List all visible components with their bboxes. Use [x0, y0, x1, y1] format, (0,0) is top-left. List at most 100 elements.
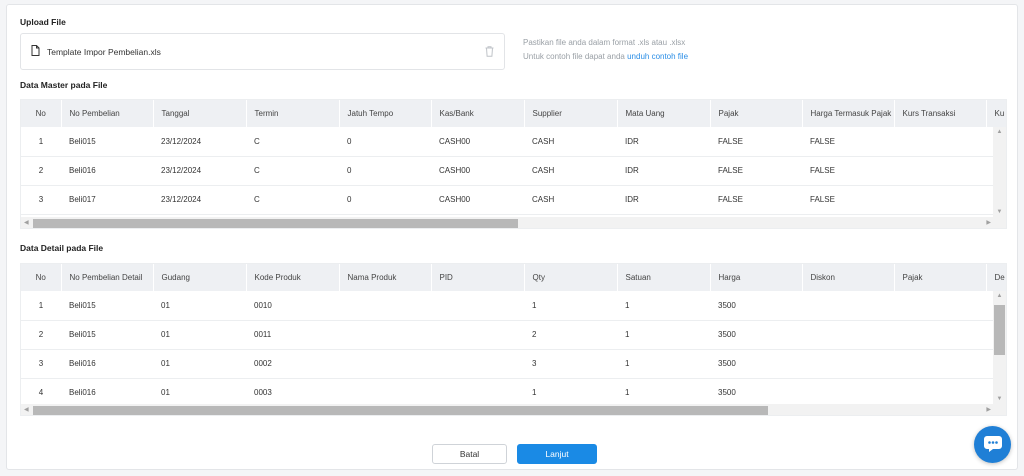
master-table: No No Pembelian Tanggal Termin Jatuh Tem… [20, 99, 1007, 229]
column-header: Pajak [894, 264, 987, 291]
table-cell: Beli017 [61, 185, 153, 215]
table-cell: 1 [21, 127, 61, 157]
format-hint: Pastikan file anda dalam format .xls ata… [523, 38, 686, 47]
column-header: Qty [524, 264, 618, 291]
table-row: 2 Beli016 23/12/2024 C 0 CASH00 CASH IDR… [21, 156, 1006, 186]
table-cell: 0 [339, 127, 431, 157]
detail-title: Data Detail pada File [20, 243, 104, 253]
chat-button[interactable] [974, 426, 1011, 463]
scroll-right-icon[interactable]: ▶ [986, 404, 991, 415]
table-cell [802, 349, 894, 379]
table-cell: IDR [617, 156, 710, 186]
column-header: Kurs Transaksi [894, 100, 987, 127]
column-header: No [21, 100, 62, 127]
table-cell: CASH00 [431, 185, 524, 215]
table-cell [802, 320, 894, 350]
scroll-thumb[interactable] [994, 305, 1005, 355]
example-hint-text: Untuk contoh file dapat anda [523, 52, 625, 61]
table-cell: C [246, 156, 339, 186]
scroll-up-icon[interactable]: ▲ [993, 293, 1006, 299]
scroll-right-icon[interactable]: ▶ [986, 217, 991, 228]
table-cell: C [246, 127, 339, 157]
table-cell: 1 [617, 291, 710, 321]
table-row: 3 Beli017 23/12/2024 C 0 CASH00 CASH IDR… [21, 185, 1006, 215]
column-header: Pajak [710, 100, 803, 127]
table-cell: 1 [524, 378, 617, 408]
table-cell [802, 378, 894, 408]
scroll-left-icon[interactable]: ◀ [24, 404, 29, 415]
file-icon [31, 45, 40, 58]
table-cell: Beli015 [61, 291, 153, 321]
column-header: De [986, 264, 1006, 291]
master-vertical-scrollbar[interactable]: ▲ ▼ [993, 127, 1006, 217]
file-name: Template Impor Pembelian.xls [47, 46, 161, 57]
table-cell [894, 185, 986, 215]
column-header: Supplier [524, 100, 618, 127]
column-header: Kode Produk [246, 264, 340, 291]
table-cell: 3500 [710, 320, 802, 350]
table-cell: 3 [524, 349, 617, 379]
next-button[interactable]: Lanjut [517, 444, 597, 464]
scroll-down-icon[interactable]: ▼ [993, 209, 1006, 215]
table-cell: CASH [524, 127, 617, 157]
table-cell: CASH [524, 185, 617, 215]
table-cell [894, 291, 986, 321]
table-cell: 01 [153, 320, 246, 350]
table-cell: 1 [617, 320, 710, 350]
table-row: 1 Beli015 01 0010 1 1 3500 [21, 291, 1006, 321]
table-cell: 23/12/2024 [153, 185, 246, 215]
table-cell: IDR [617, 127, 710, 157]
scroll-thumb[interactable] [33, 219, 518, 228]
column-header: PID [431, 264, 525, 291]
table-cell: CASH00 [431, 156, 524, 186]
table-cell: CASH00 [431, 127, 524, 157]
table-cell: CASH [524, 156, 617, 186]
column-header: No Pembelian [61, 100, 154, 127]
table-cell: 0002 [246, 349, 339, 379]
scroll-up-icon[interactable]: ▲ [993, 129, 1006, 135]
table-cell: 01 [153, 349, 246, 379]
table-cell: FALSE [802, 156, 894, 186]
table-cell [431, 378, 524, 408]
table-cell: 2 [21, 320, 61, 350]
table-cell [894, 320, 986, 350]
table-cell [894, 349, 986, 379]
cancel-button[interactable]: Batal [432, 444, 507, 464]
table-cell [431, 349, 524, 379]
table-cell: 2 [21, 156, 61, 186]
table-cell: IDR [617, 185, 710, 215]
column-header: Jatuh Tempo [339, 100, 432, 127]
scroll-down-icon[interactable]: ▼ [993, 396, 1006, 402]
table-row: 2 Beli015 01 0011 2 1 3500 [21, 320, 1006, 350]
download-example-link[interactable]: unduh contoh file [627, 52, 688, 61]
table-cell: 3500 [710, 349, 802, 379]
uploaded-file-box: Template Impor Pembelian.xls [20, 33, 505, 70]
detail-horizontal-scrollbar[interactable]: ◀ ▶ [21, 404, 1006, 415]
master-horizontal-scrollbar[interactable]: ◀ ▶ [21, 217, 1006, 228]
column-header: Mata Uang [617, 100, 711, 127]
table-cell: 0011 [246, 320, 339, 350]
upload-title: Upload File [20, 17, 66, 27]
table-cell: 0003 [246, 378, 339, 408]
table-cell: Beli016 [61, 349, 153, 379]
table-cell [339, 320, 431, 350]
table-cell: 23/12/2024 [153, 127, 246, 157]
table-cell: 1 [617, 349, 710, 379]
table-cell: 3500 [710, 291, 802, 321]
table-cell: 3 [21, 349, 61, 379]
trash-icon[interactable] [485, 46, 494, 57]
column-header: Nama Produk [339, 264, 432, 291]
table-cell: FALSE [710, 185, 802, 215]
scroll-thumb[interactable] [33, 406, 768, 415]
table-cell [431, 291, 524, 321]
scroll-left-icon[interactable]: ◀ [24, 217, 29, 228]
table-cell: C [246, 185, 339, 215]
table-cell: 0 [339, 185, 431, 215]
table-cell: 2 [524, 320, 617, 350]
table-row: 3 Beli016 01 0002 3 1 3500 [21, 349, 1006, 379]
detail-vertical-scrollbar[interactable]: ▲ ▼ [993, 291, 1006, 404]
table-cell: FALSE [802, 185, 894, 215]
table-cell: 3 [21, 185, 61, 215]
table-row: 1 Beli015 23/12/2024 C 0 CASH00 CASH IDR… [21, 127, 1006, 157]
table-cell: 1 [617, 378, 710, 408]
